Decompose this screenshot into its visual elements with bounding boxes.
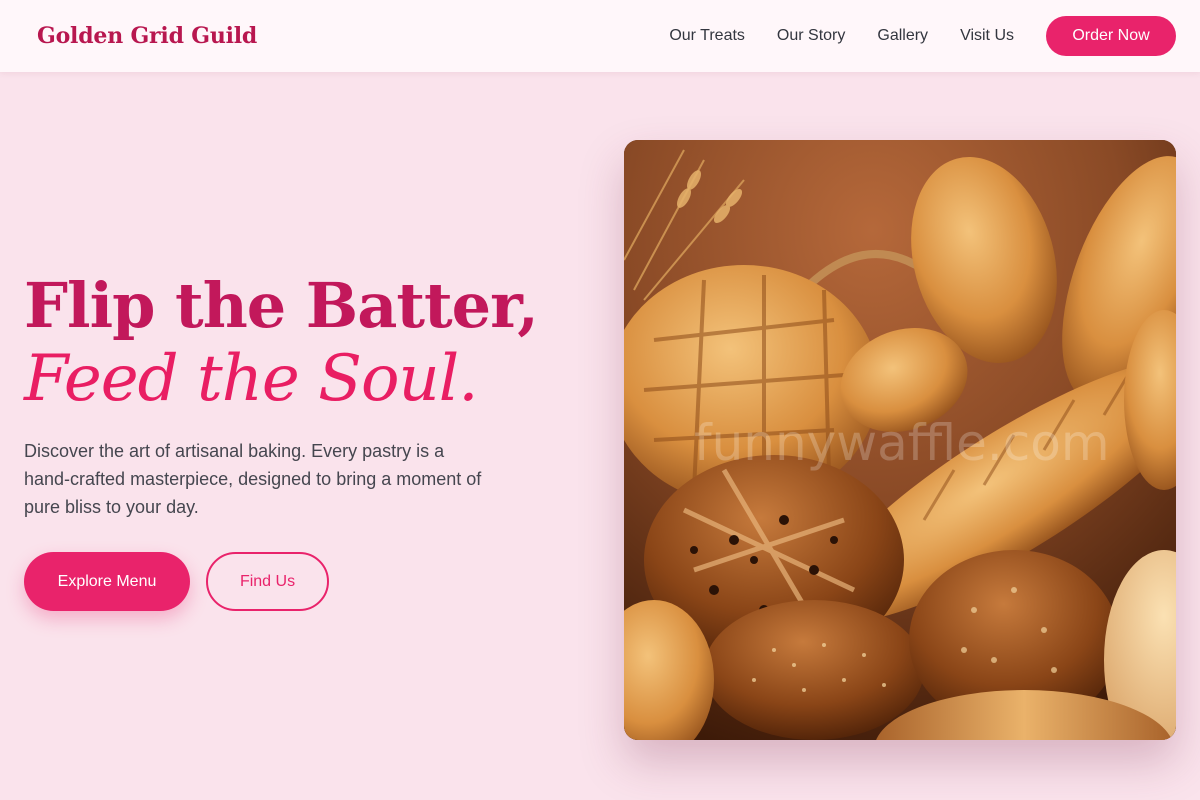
hero-title-line-1: Flip the Batter, (24, 269, 539, 342)
bread-illustration: funnywaffle.com (624, 140, 1176, 740)
image-watermark: funnywaffle.com (694, 414, 1110, 472)
explore-menu-button[interactable]: Explore Menu (24, 552, 190, 611)
hero-title: Flip the Batter, Feed the Soul. (24, 268, 539, 416)
nav-link-gallery[interactable]: Gallery (877, 27, 928, 45)
hero-bread-image: funnywaffle.com (624, 140, 1176, 740)
brand-logo[interactable]: Golden Grid Guild (37, 23, 257, 49)
order-now-button[interactable]: Order Now (1046, 16, 1176, 56)
hero-title-line-2: Feed the Soul. (24, 342, 479, 416)
hero-description: Discover the art of artisanal baking. Ev… (24, 441, 482, 517)
nav-links: Our Treats Our Story Gallery Visit Us Or… (669, 16, 1176, 56)
find-us-button[interactable]: Find Us (206, 552, 329, 611)
nav-link-visit-us[interactable]: Visit Us (960, 27, 1014, 45)
navbar: Golden Grid Guild Our Treats Our Story G… (0, 0, 1200, 72)
nav-link-our-story[interactable]: Our Story (777, 27, 845, 45)
nav-link-our-treats[interactable]: Our Treats (669, 27, 745, 45)
